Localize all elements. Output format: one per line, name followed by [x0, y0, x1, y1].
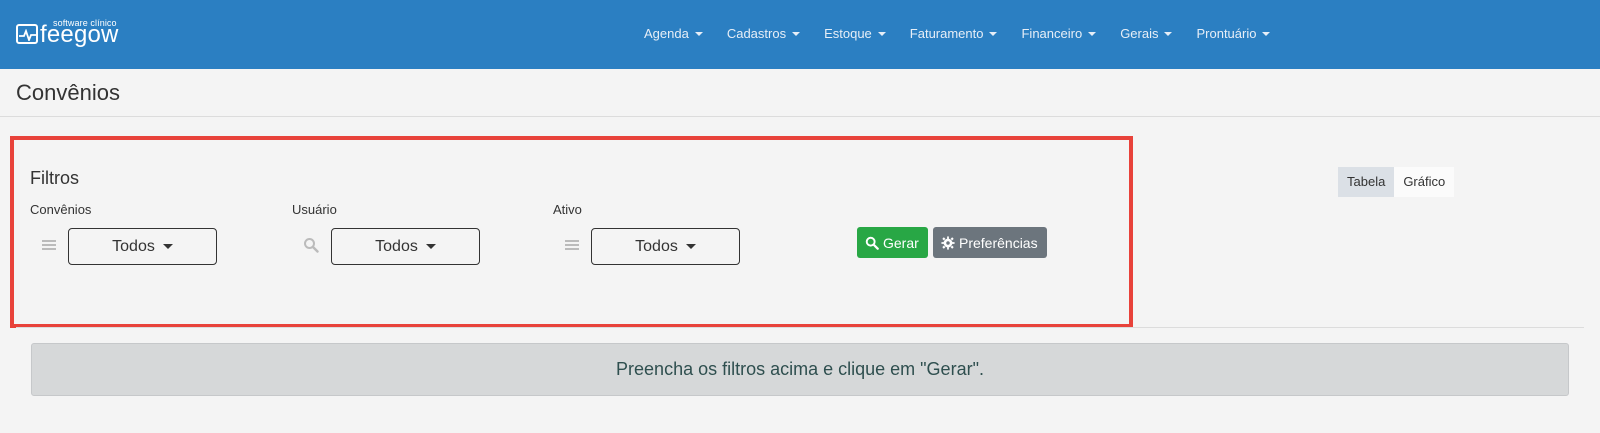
search-icon — [303, 237, 319, 253]
caret-down-icon — [1164, 32, 1173, 36]
caret-down-icon — [989, 32, 998, 36]
pulse-icon — [16, 24, 38, 44]
nav-item-gerais[interactable]: Gerais — [1120, 24, 1173, 44]
preferencias-button-label: Preferências — [959, 234, 1038, 251]
nav-item-label: Gerais — [1120, 26, 1159, 41]
nav-item-label: Faturamento — [909, 26, 984, 41]
info-alert: Preencha os filtros acima e clique em "G… — [31, 343, 1569, 396]
feegow-logo[interactable]: software clínico feegow — [16, 18, 126, 50]
caret-down-icon — [1088, 32, 1097, 36]
tabela-toggle[interactable]: Tabela — [1338, 167, 1395, 197]
nav-item-label: Financeiro — [1021, 26, 1083, 41]
caret-down-icon — [685, 244, 696, 249]
top-navbar: software clínico feegow Agenda Cadastros… — [0, 0, 1600, 70]
filter-label-convenios: Convênios — [30, 202, 92, 217]
caret-down-icon — [694, 32, 703, 36]
divider — [16, 327, 1584, 328]
page-header: Convênios — [0, 69, 1600, 117]
nav-item-label: Prontuário — [1196, 26, 1257, 41]
nav-item-estoque[interactable]: Estoque — [824, 24, 886, 44]
caret-down-icon — [877, 32, 886, 36]
dropdown-value: Todos — [375, 237, 418, 255]
nav-item-prontuario[interactable]: Prontuário — [1196, 24, 1271, 44]
info-alert-text: Preencha os filtros acima e clique em "G… — [616, 359, 984, 379]
nav-item-cadastros[interactable]: Cadastros — [726, 24, 801, 44]
ativo-dropdown[interactable]: Todos — [591, 228, 740, 265]
main-menu: Agenda Cadastros Estoque Faturamento Fin… — [644, 24, 1294, 44]
view-toggle: Tabela Gráfico — [1338, 167, 1455, 197]
nav-item-label: Cadastros — [726, 26, 787, 41]
caret-down-icon — [792, 32, 801, 36]
caret-down-icon — [1262, 32, 1271, 36]
gerar-button-label: Gerar — [883, 234, 919, 251]
gerar-button[interactable]: Gerar — [857, 227, 928, 258]
filters-title: Filtros — [30, 168, 79, 188]
logo-text: feegow — [40, 21, 119, 48]
gear-icon — [941, 235, 955, 250]
search-icon — [865, 236, 879, 250]
nav-item-label: Agenda — [644, 26, 689, 41]
grafico-toggle[interactable]: Gráfico — [1394, 167, 1455, 197]
list-icon — [41, 237, 57, 253]
nav-item-label: Estoque — [824, 26, 872, 41]
nav-item-agenda[interactable]: Agenda — [644, 24, 703, 44]
list-icon — [564, 237, 580, 253]
caret-down-icon — [425, 244, 436, 249]
usuario-dropdown[interactable]: Todos — [331, 228, 480, 265]
filter-label-usuario: Usuário — [292, 202, 337, 217]
convenios-dropdown[interactable]: Todos — [68, 228, 217, 265]
dropdown-value: Todos — [635, 237, 678, 255]
preferencias-button[interactable]: Preferências — [933, 227, 1047, 258]
page-title: Convênios — [16, 80, 120, 105]
dropdown-value: Todos — [112, 237, 155, 255]
nav-item-faturamento[interactable]: Faturamento — [910, 24, 998, 44]
nav-item-financeiro[interactable]: Financeiro — [1021, 24, 1097, 44]
caret-down-icon — [162, 244, 173, 249]
filter-label-ativo: Ativo — [553, 202, 582, 217]
